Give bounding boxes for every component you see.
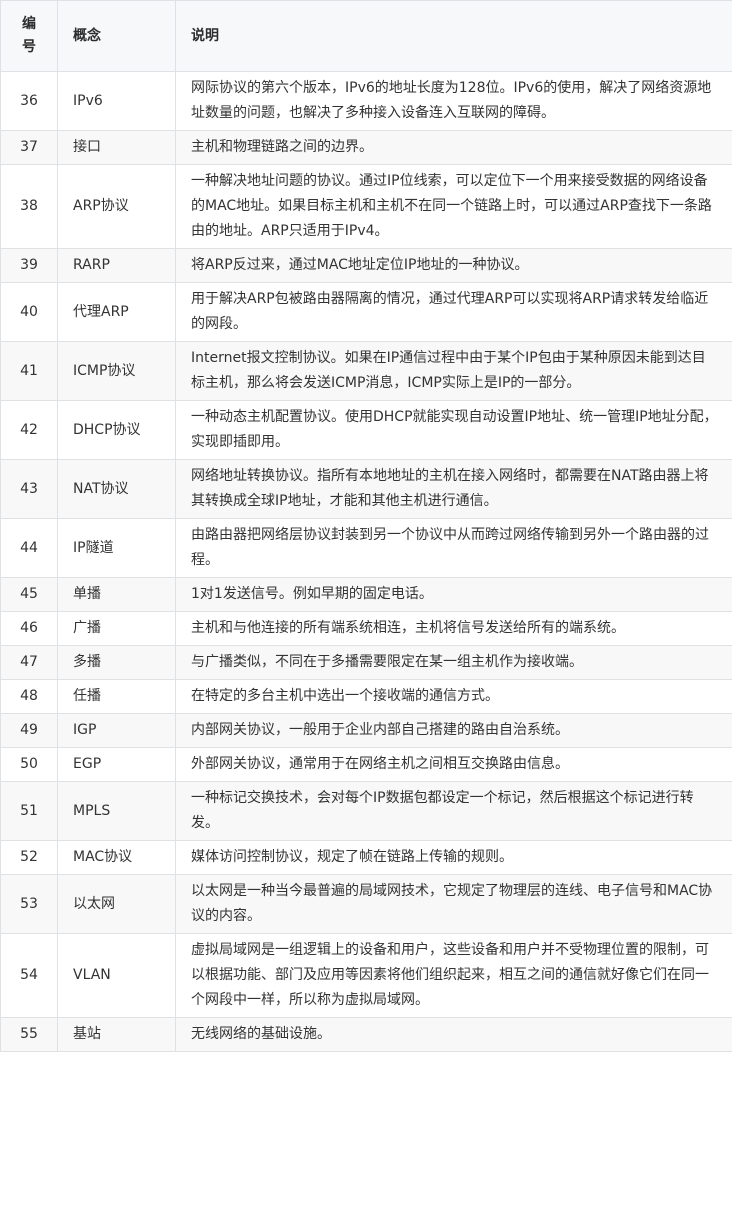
row-concept: 多播 — [57, 645, 176, 680]
row-concept: 接口 — [57, 130, 176, 165]
row-id: 55 — [0, 1017, 58, 1052]
row-concept: NAT协议 — [57, 459, 176, 519]
row-description: 网络地址转换协议。指所有本地地址的主机在接入网络时，都需要在NAT路由器上将其转… — [175, 459, 732, 519]
row-concept: IP隧道 — [57, 518, 176, 578]
row-description: 外部网关协议，通常用于在网络主机之间相互交换路由信息。 — [175, 747, 732, 782]
row-description: 网际协议的第六个版本，IPv6的地址长度为128位。IPv6的使用，解决了网络资… — [175, 71, 732, 131]
table-row: 39 RARP 将ARP反过来，通过MAC地址定位IP地址的一种协议。 — [0, 248, 732, 283]
glossary-table: 编号 概念 说明 36 IPv6 网际协议的第六个版本，IPv6的地址长度为128位… — [0, 0, 732, 1052]
row-concept: 广播 — [57, 611, 176, 646]
row-description: 1对1发送信号。例如早期的固定电话。 — [175, 577, 732, 612]
row-concept: IGP — [57, 713, 176, 748]
table-row: 37 接口 主机和物理链路之间的边界。 — [0, 130, 732, 165]
row-concept: MAC协议 — [57, 840, 176, 875]
table-row: 45 单播 1对1发送信号。例如早期的固定电话。 — [0, 577, 732, 612]
table-row: 48 任播 在特定的多台主机中选出一个接收端的通信方式。 — [0, 679, 732, 714]
row-description: 虚拟局域网是一组逻辑上的设备和用户，这些设备和用户并不受物理位置的限制，可以根据… — [175, 933, 732, 1018]
row-concept: MPLS — [57, 781, 176, 841]
row-concept: 以太网 — [57, 874, 176, 934]
table-row: 41 ICMP协议 Internet报文控制协议。如果在IP通信过程中由于某个IP包… — [0, 341, 732, 401]
row-description: 内部网关协议，一般用于企业内部自己搭建的路由自治系统。 — [175, 713, 732, 748]
row-concept: ICMP协议 — [57, 341, 176, 401]
row-description: Internet报文控制协议。如果在IP通信过程中由于某个IP包由于某种原因未能… — [175, 341, 732, 401]
column-header-id-char-2: 号 — [22, 39, 36, 55]
row-id: 49 — [0, 713, 58, 748]
row-description: 将ARP反过来，通过MAC地址定位IP地址的一种协议。 — [175, 248, 732, 283]
row-id: 50 — [0, 747, 58, 782]
table-header-row: 编号 概念 说明 — [0, 0, 732, 72]
row-id: 54 — [0, 933, 58, 1018]
row-concept: 基站 — [57, 1017, 176, 1052]
table-row: 49 IGP 内部网关协议，一般用于企业内部自己搭建的路由自治系统。 — [0, 713, 732, 748]
row-concept: RARP — [57, 248, 176, 283]
row-description: 在特定的多台主机中选出一个接收端的通信方式。 — [175, 679, 732, 714]
row-id: 45 — [0, 577, 58, 612]
row-id: 44 — [0, 518, 58, 578]
column-header-id: 编号 — [0, 0, 58, 72]
row-id: 36 — [0, 71, 58, 131]
row-concept: DHCP协议 — [57, 400, 176, 460]
row-id: 53 — [0, 874, 58, 934]
row-description: 一种动态主机配置协议。使用DHCP就能实现自动设置IP地址、统一管理IP地址分配… — [175, 400, 732, 460]
row-concept: EGP — [57, 747, 176, 782]
table-row: 46 广播 主机和与他连接的所有端系统相连，主机将信号发送给所有的端系统。 — [0, 611, 732, 646]
row-id: 39 — [0, 248, 58, 283]
row-id: 46 — [0, 611, 58, 646]
table-row: 55 基站 无线网络的基础设施。 — [0, 1017, 732, 1052]
row-concept: IPv6 — [57, 71, 176, 131]
row-id: 42 — [0, 400, 58, 460]
column-header-description: 说明 — [175, 0, 732, 72]
row-description: 主机和与他连接的所有端系统相连，主机将信号发送给所有的端系统。 — [175, 611, 732, 646]
row-description: 媒体访问控制协议，规定了帧在链路上传输的规则。 — [175, 840, 732, 875]
table-row: 50 EGP 外部网关协议，通常用于在网络主机之间相互交换路由信息。 — [0, 747, 732, 782]
table-row: 44 IP隧道 由路由器把网络层协议封装到另一个协议中从而跨过网络传输到另外一个路由… — [0, 518, 732, 578]
row-id: 41 — [0, 341, 58, 401]
row-concept: 任播 — [57, 679, 176, 714]
row-description: 由路由器把网络层协议封装到另一个协议中从而跨过网络传输到另外一个路由器的过程。 — [175, 518, 732, 578]
row-id: 48 — [0, 679, 58, 714]
row-id: 38 — [0, 164, 58, 249]
table-row: 47 多播 与广播类似，不同在于多播需要限定在某一组主机作为接收端。 — [0, 645, 732, 680]
table-row: 52 MAC协议 媒体访问控制协议，规定了帧在链路上传输的规则。 — [0, 840, 732, 875]
row-id: 37 — [0, 130, 58, 165]
row-id: 47 — [0, 645, 58, 680]
row-description: 与广播类似，不同在于多播需要限定在某一组主机作为接收端。 — [175, 645, 732, 680]
column-header-id-char-1: 编 — [22, 16, 36, 32]
table-row: 53 以太网 以太网是一种当今最普遍的局域网技术，它规定了物理层的连线、电子信号和M… — [0, 874, 732, 934]
table-row: 51 MPLS 一种标记交换技术，会对每个IP数据包都设定一个标记，然后根据这个标记… — [0, 781, 732, 841]
row-concept: ARP协议 — [57, 164, 176, 249]
row-id: 52 — [0, 840, 58, 875]
table-row: 38 ARP协议 一种解决地址问题的协议。通过IP位线索，可以定位下一个用来接受数据… — [0, 164, 732, 249]
table-row: 42 DHCP协议 一种动态主机配置协议。使用DHCP就能实现自动设置IP地址、统一… — [0, 400, 732, 460]
row-description: 以太网是一种当今最普遍的局域网技术，它规定了物理层的连线、电子信号和MAC协议的… — [175, 874, 732, 934]
row-description: 用于解决ARP包被路由器隔离的情况，通过代理ARP可以实现将ARP请求转发给临近… — [175, 282, 732, 342]
row-concept: VLAN — [57, 933, 176, 1018]
row-concept: 单播 — [57, 577, 176, 612]
row-id: 43 — [0, 459, 58, 519]
table-row: 54 VLAN 虚拟局域网是一组逻辑上的设备和用户，这些设备和用户并不受物理位置的限… — [0, 933, 732, 1018]
table-row: 36 IPv6 网际协议的第六个版本，IPv6的地址长度为128位。IPv6的使用，… — [0, 71, 732, 131]
column-header-concept: 概念 — [57, 0, 176, 72]
row-id: 51 — [0, 781, 58, 841]
table-row: 40 代理ARP 用于解决ARP包被路由器隔离的情况，通过代理ARP可以实现将ARP… — [0, 282, 732, 342]
row-description: 一种解决地址问题的协议。通过IP位线索，可以定位下一个用来接受数据的网络设备的M… — [175, 164, 732, 249]
row-id: 40 — [0, 282, 58, 342]
row-description: 一种标记交换技术，会对每个IP数据包都设定一个标记，然后根据这个标记进行转发。 — [175, 781, 732, 841]
row-description: 无线网络的基础设施。 — [175, 1017, 732, 1052]
row-concept: 代理ARP — [57, 282, 176, 342]
table-row: 43 NAT协议 网络地址转换协议。指所有本地地址的主机在接入网络时，都需要在NAT… — [0, 459, 732, 519]
row-description: 主机和物理链路之间的边界。 — [175, 130, 732, 165]
